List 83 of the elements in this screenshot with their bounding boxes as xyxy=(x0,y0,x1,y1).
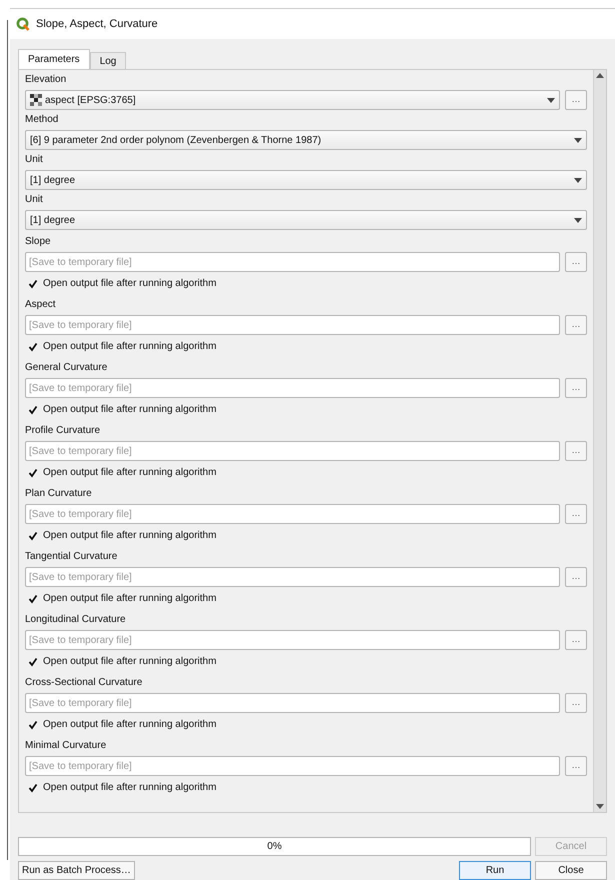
checkmark-icon xyxy=(28,278,38,288)
dropdown[interactable]: [6] 9 parameter 2nd order polynom (Zevenbergen & Thorne 1987) xyxy=(25,130,587,150)
tab[interactable]: Parameters xyxy=(18,49,90,69)
field-label: Elevation xyxy=(25,73,68,87)
checkbox-label: Open output file after running algorithm xyxy=(43,277,216,291)
progress-text: 0% xyxy=(267,840,282,854)
dialog-button[interactable]: Close xyxy=(535,861,607,880)
output-path-field[interactable]: [Save to temporary file] xyxy=(25,441,560,461)
app-logo-icon xyxy=(16,17,30,31)
dropdown-arrow-icon xyxy=(574,138,582,142)
checkbox-label: Open output file after running algorithm xyxy=(43,781,216,795)
checkbox-label: Open output file after running algorithm xyxy=(43,592,216,606)
checkmark-icon xyxy=(28,530,38,540)
checkbox[interactable] xyxy=(27,782,39,794)
field-label: Plan Curvature xyxy=(25,487,93,501)
checkmark-icon xyxy=(28,468,38,478)
window-title: Slope, Aspect, Curvature xyxy=(36,16,158,32)
field-label: Tangential Curvature xyxy=(25,550,118,564)
checkbox[interactable] xyxy=(27,530,39,542)
checkmark-icon xyxy=(28,656,38,666)
dropdown[interactable]: aspect [EPSG:3765] xyxy=(25,90,560,110)
tab[interactable]: Log xyxy=(90,52,126,69)
dropdown-arrow-icon xyxy=(547,98,555,102)
dropdown-value: aspect [EPSG:3765] xyxy=(45,94,137,108)
dropdown-value: [1] degree xyxy=(30,174,76,188)
browse-button[interactable]: … xyxy=(565,756,587,776)
browse-button[interactable]: … xyxy=(565,567,587,587)
field-label: Unit xyxy=(25,193,44,207)
checkbox[interactable] xyxy=(27,656,39,668)
checkmark-icon xyxy=(28,594,38,604)
checkbox-label: Open output file after running algorithm xyxy=(43,529,216,543)
field-label: Longitudinal Curvature xyxy=(25,613,127,627)
browse-button[interactable]: … xyxy=(565,90,587,110)
field-label: Slope xyxy=(25,235,52,249)
checkbox[interactable] xyxy=(27,592,39,604)
dialog-button[interactable]: Run xyxy=(459,861,531,880)
output-path-field[interactable]: [Save to temporary file] xyxy=(25,315,560,335)
raster-layer-icon xyxy=(30,94,42,106)
batch-process-button[interactable]: Run as Batch Process… xyxy=(18,861,135,880)
field-label: Method xyxy=(25,113,60,127)
dropdown[interactable]: [1] degree xyxy=(25,210,587,230)
checkbox[interactable] xyxy=(27,278,39,290)
dropdown-arrow-icon xyxy=(574,218,582,222)
checkbox-label: Open output file after running algorithm xyxy=(43,655,216,669)
checkbox-label: Open output file after running algorithm xyxy=(43,340,216,354)
output-path-field[interactable]: [Save to temporary file] xyxy=(25,630,560,650)
output-path-field[interactable]: [Save to temporary file] xyxy=(25,693,560,713)
output-path-field[interactable]: [Save to temporary file] xyxy=(25,756,560,776)
checkbox-label: Open output file after running algorithm xyxy=(43,466,216,480)
scrollbar[interactable] xyxy=(593,70,606,812)
browse-button[interactable]: … xyxy=(565,252,587,272)
scroll-up-icon[interactable] xyxy=(596,73,604,78)
field-label: Unit xyxy=(25,153,44,167)
checkmark-icon xyxy=(28,404,38,414)
output-path-field[interactable]: [Save to temporary file] xyxy=(25,378,560,398)
field-label: Cross-Sectional Curvature xyxy=(25,676,144,690)
browse-button[interactable]: … xyxy=(565,693,587,713)
field-label: Minimal Curvature xyxy=(25,739,108,753)
browse-button[interactable]: … xyxy=(565,378,587,398)
checkbox-label: Open output file after running algorithm xyxy=(43,718,216,732)
browse-button[interactable]: … xyxy=(565,630,587,650)
checkmark-icon xyxy=(28,342,38,352)
checkbox[interactable] xyxy=(27,404,39,416)
checkmark-icon xyxy=(28,720,38,730)
output-path-field[interactable]: [Save to temporary file] xyxy=(25,567,560,587)
output-path-field[interactable]: [Save to temporary file] xyxy=(25,504,560,524)
browse-button[interactable]: … xyxy=(565,315,587,335)
checkbox[interactable] xyxy=(27,466,39,478)
checkmark-icon xyxy=(28,782,38,792)
field-label: Profile Curvature xyxy=(25,424,102,438)
checkbox-label: Open output file after running algorithm xyxy=(43,403,216,417)
scroll-down-icon[interactable] xyxy=(596,804,604,809)
dropdown-arrow-icon xyxy=(574,178,582,182)
field-label: Aspect xyxy=(25,298,57,312)
checkbox[interactable] xyxy=(27,340,39,352)
field-label: General Curvature xyxy=(25,361,108,375)
dropdown[interactable]: [1] degree xyxy=(25,170,587,190)
browse-button[interactable]: … xyxy=(565,441,587,461)
dropdown-value: [6] 9 parameter 2nd order polynom (Zevenbergen & Thorne 1987) xyxy=(30,134,322,148)
checkbox[interactable] xyxy=(27,718,39,730)
output-path-field[interactable]: [Save to temporary file] xyxy=(25,252,560,272)
browse-button[interactable]: … xyxy=(565,504,587,524)
dropdown-value: [1] degree xyxy=(30,214,76,228)
